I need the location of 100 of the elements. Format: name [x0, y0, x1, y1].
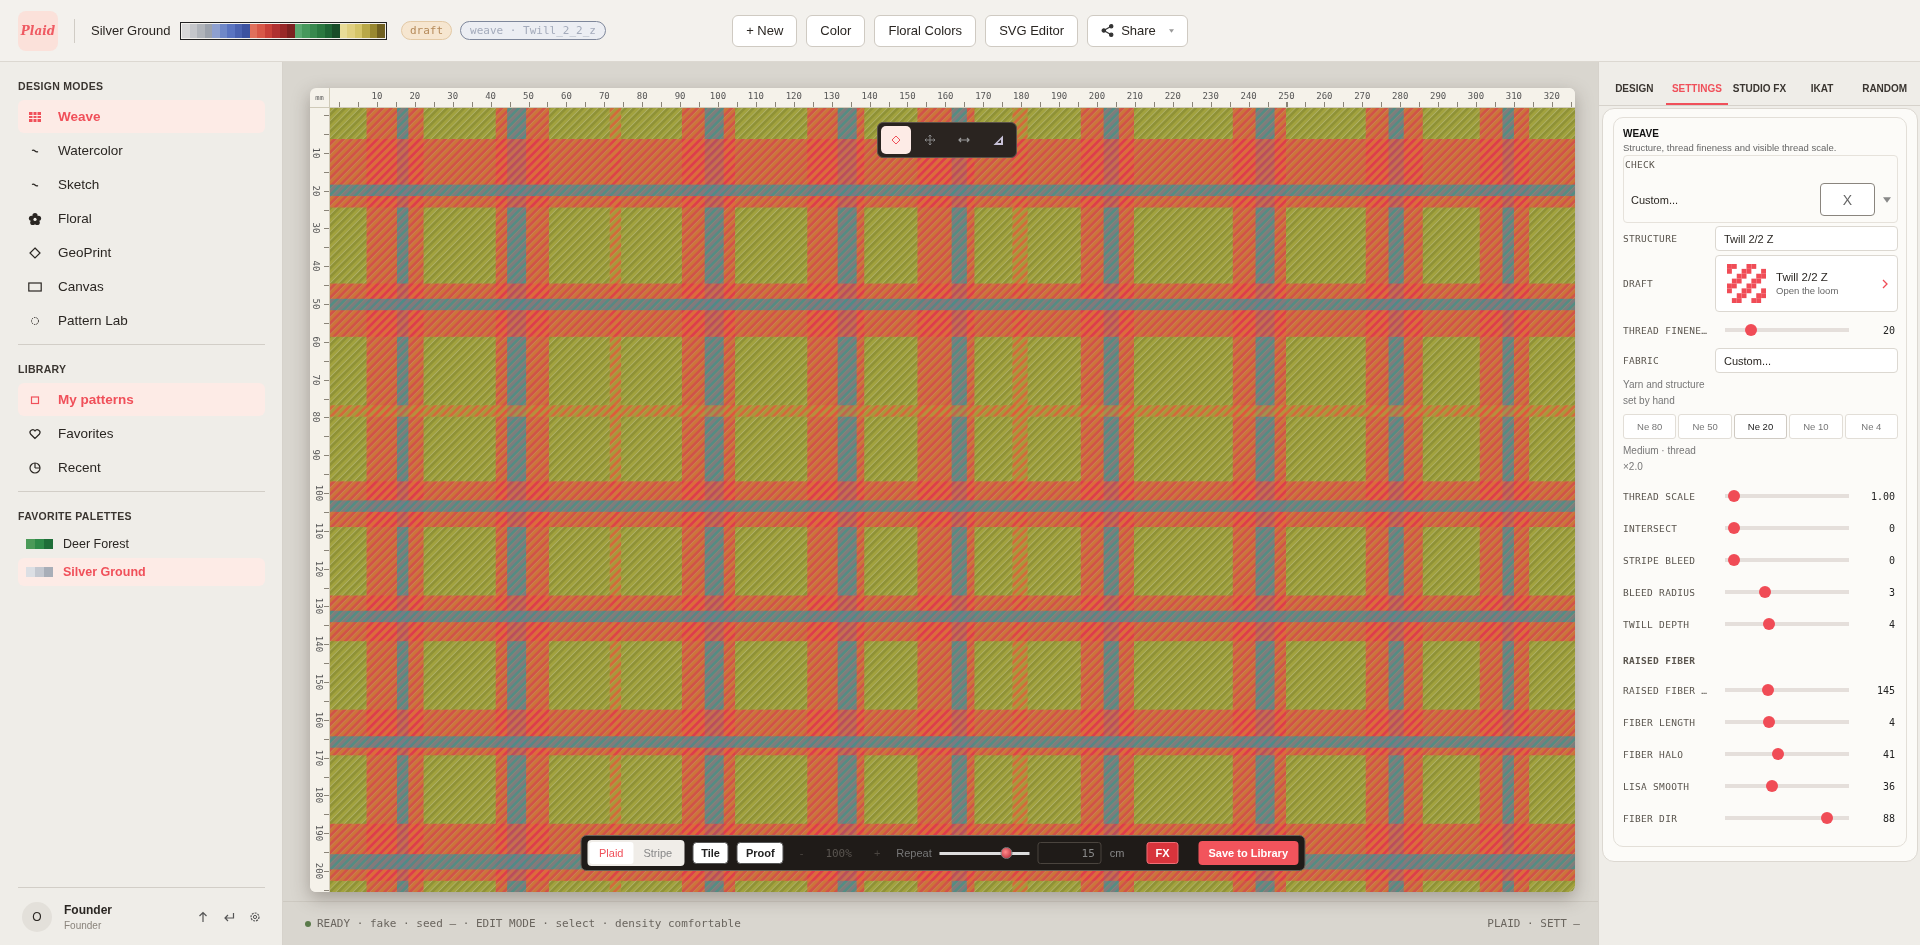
ruler-label: 190 [314, 825, 325, 842]
slider-thumb[interactable] [1000, 847, 1013, 859]
slider-value: 145 [1876, 684, 1896, 696]
sidebar-item[interactable]: Watercolor [18, 134, 265, 167]
count-option[interactable]: Ne 20 [1733, 414, 1788, 439]
slider-value: 3 [1888, 586, 1896, 598]
slider-thumb[interactable] [1766, 780, 1779, 792]
ruler-label: 20 [311, 185, 322, 196]
ruler-label: 90 [311, 449, 322, 461]
slider-thumb[interactable] [1772, 748, 1785, 760]
return-icon[interactable] [223, 910, 235, 923]
check-value: Custom... [1631, 193, 1679, 206]
sidebar-item[interactable]: GeoPrint [18, 236, 265, 269]
slider-thumb[interactable] [1745, 324, 1758, 336]
sidebar-item[interactable]: Favorites [18, 417, 265, 450]
slider-thumb[interactable] [1821, 812, 1834, 824]
toolbar-button[interactable]: + New [732, 14, 798, 47]
structure-field[interactable]: Twill 2/2 Z [1715, 226, 1898, 251]
slider-label: FIBER DIR [1623, 812, 1679, 824]
draft-card[interactable]: Twill 2/2 Z Open the loom [1715, 255, 1898, 312]
ruler-label: 220 [1164, 91, 1181, 101]
slider-value: 1.00 [1870, 490, 1896, 502]
ruler-label: 40 [485, 91, 496, 101]
rectangle-icon [28, 279, 42, 294]
ruler-label: 30 [447, 91, 459, 101]
sidebar-item[interactable]: Pattern Lab [18, 304, 265, 337]
slider-value: 0 [1888, 522, 1896, 534]
slider-thumb[interactable] [1728, 490, 1741, 502]
repeat-input[interactable]: 15 [1037, 842, 1102, 864]
tool-button[interactable] [881, 126, 911, 154]
ruler-label: 120 [314, 560, 325, 577]
draft-subtitle: Open the loom [1776, 285, 1839, 296]
fabric-field[interactable]: Custom... [1715, 348, 1898, 373]
slider-label: LISA SMOOTH [1623, 780, 1691, 792]
section-description: Structure, thread fineness and visible thread scale. [1623, 142, 1838, 153]
field-label: STRUCTURE [1623, 233, 1679, 244]
sidebar-item[interactable]: Floral [18, 202, 265, 235]
panel-tab[interactable]: RANDOM [1853, 62, 1916, 105]
fx-button[interactable]: FX [1146, 842, 1179, 864]
toolbar-button[interactable]: SVG Editor [985, 14, 1079, 47]
slider-thumb[interactable] [1758, 586, 1771, 598]
slider-value: 41 [1882, 748, 1896, 760]
sidebar-item[interactable]: Sketch [18, 168, 265, 201]
avatar: O [22, 901, 52, 932]
ruler-label: 300 [1467, 91, 1485, 101]
ruler-label: 250 [1278, 91, 1295, 101]
slider-thumb[interactable] [1763, 618, 1776, 630]
mode-tab[interactable]: Plaid [589, 842, 634, 864]
share-button[interactable]: Share [1087, 14, 1188, 47]
section-heading: DESIGN MODES [18, 80, 105, 92]
slider-thumb[interactable] [1763, 716, 1776, 728]
count-option[interactable]: Ne 4 [1844, 414, 1899, 439]
slider-label: FIBER HALO [1623, 748, 1685, 760]
palette-swatch [26, 539, 53, 549]
ruler-label: 160 [937, 91, 954, 101]
palette-name: Silver Ground [91, 23, 171, 38]
upload-icon[interactable] [197, 910, 209, 923]
ruler-label: 60 [560, 91, 572, 101]
ruler-label: 20 [409, 91, 421, 101]
ruler-label: 170 [975, 91, 992, 101]
toolbar-button[interactable]: Color [806, 14, 866, 47]
slider-value: 88 [1882, 812, 1896, 824]
chevron-icon [1881, 278, 1889, 289]
toggle-button[interactable]: Tile [692, 842, 729, 864]
slider-value: 0 [1888, 554, 1896, 566]
settings-icon[interactable] [249, 910, 261, 923]
count-option[interactable]: Ne 10 [1789, 414, 1843, 439]
palette-swatch [26, 567, 53, 577]
count-option[interactable]: Ne 50 [1678, 414, 1732, 439]
panel-tab[interactable]: STUDIO FX [1728, 62, 1791, 105]
ruler-label: 280 [1392, 91, 1409, 101]
caret-icon [1883, 195, 1891, 204]
diamond-icon [28, 245, 42, 260]
slider-thumb[interactable] [1728, 554, 1741, 566]
slider-thumb[interactable] [1728, 522, 1741, 534]
toggle-button[interactable]: Proof [736, 842, 784, 864]
ruler-label: 160 [314, 711, 325, 728]
ruler-label: 210 [1126, 91, 1143, 101]
sidebar-item[interactable]: Canvas [18, 270, 265, 303]
ruler-label: 60 [311, 336, 322, 348]
panel-tab[interactable]: IKAT [1790, 62, 1854, 105]
slider-label: THREAD FINENE… [1623, 324, 1709, 336]
count-option[interactable]: Ne 80 [1623, 414, 1677, 439]
ruler-label: 10 [371, 91, 383, 101]
palette-item[interactable]: Deer Forest [18, 530, 265, 558]
slider-label: RAISED FIBER … [1623, 684, 1709, 696]
group-heading: RAISED FIBER [1623, 654, 1696, 666]
ruler-label: 190 [1050, 91, 1068, 101]
slider-thumb[interactable] [1761, 684, 1774, 696]
panel-tab[interactable]: DESIGN [1603, 62, 1666, 105]
sidebar-item[interactable]: Recent [18, 451, 265, 484]
toolbar-button[interactable]: Floral Colors [874, 14, 977, 47]
status-text: PLAID · SETT — [1487, 917, 1580, 930]
section-title: WEAVE [1623, 128, 1660, 139]
slider-value: 4 [1888, 716, 1896, 728]
ruler-label: 110 [747, 91, 764, 101]
ruler-label: 260 [1316, 91, 1333, 101]
ruler-label: 70 [598, 91, 610, 101]
slider-label: TWILL DEPTH [1623, 618, 1691, 630]
slider-label: THREAD SCALE [1623, 490, 1697, 502]
